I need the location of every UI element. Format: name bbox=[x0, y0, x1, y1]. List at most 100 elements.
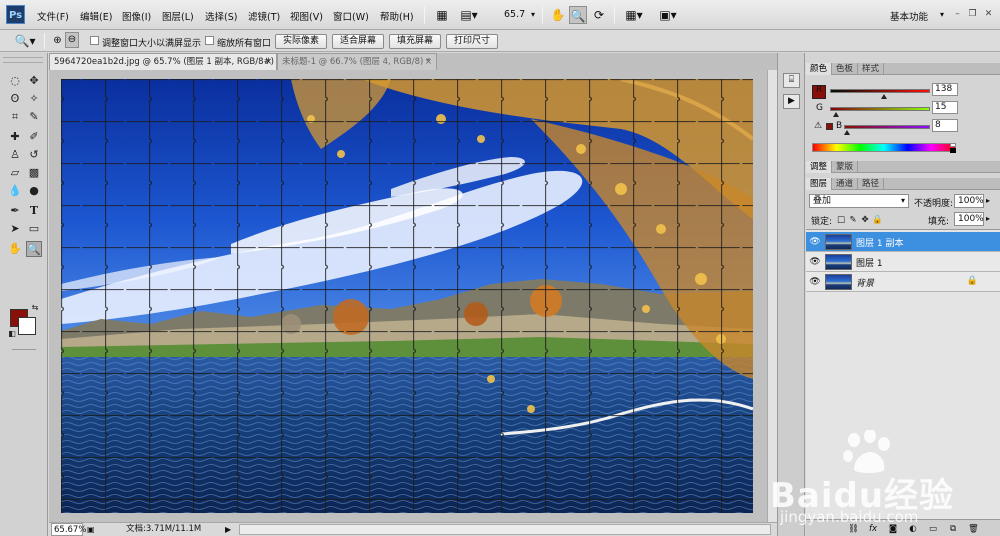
clone-stamp-tool-icon[interactable]: ♙ bbox=[7, 147, 23, 163]
screen-mode-icon[interactable]: ▣▾ bbox=[656, 6, 680, 24]
print-size-button[interactable]: 打印尺寸 bbox=[446, 34, 498, 49]
actual-pixels-button[interactable]: 实际像素 bbox=[275, 34, 327, 49]
panel-grip[interactable] bbox=[3, 57, 43, 63]
eraser-tool-icon[interactable]: ▱ bbox=[7, 165, 23, 181]
warning-icon[interactable]: ⚠ bbox=[814, 121, 822, 131]
layer-row[interactable]: 👁 背景 🔒 bbox=[806, 272, 1000, 292]
menu-edit[interactable]: 编辑(E) bbox=[80, 9, 112, 23]
healing-brush-tool-icon[interactable]: ✚ bbox=[7, 129, 23, 145]
lock-transparent-icon[interactable]: □ bbox=[836, 215, 846, 225]
red-thumb[interactable] bbox=[881, 94, 888, 99]
layer-name[interactable]: 背景 bbox=[856, 276, 874, 289]
default-colors-icon[interactable]: ◧ bbox=[7, 329, 17, 339]
menu-layer[interactable]: 图层(L) bbox=[162, 9, 194, 23]
fill-dropdown-icon[interactable]: ▸ bbox=[986, 214, 990, 223]
red-value[interactable]: 138 bbox=[932, 83, 958, 96]
resize-windows-checkbox[interactable] bbox=[90, 36, 99, 45]
workspace-dropdown-icon[interactable]: ▾ bbox=[937, 6, 947, 24]
tab-swatches[interactable]: 色板 bbox=[832, 63, 859, 75]
workspace-switcher[interactable]: 基本功能 bbox=[890, 9, 928, 23]
blue-thumb[interactable] bbox=[843, 130, 850, 135]
menu-select[interactable]: 选择(S) bbox=[205, 9, 237, 23]
tab-layers[interactable]: 图层 bbox=[806, 178, 833, 190]
color-spectrum-bar[interactable] bbox=[812, 143, 956, 152]
zoom-level[interactable]: 65.7 bbox=[504, 9, 525, 20]
restore-icon[interactable]: ❐ bbox=[967, 10, 978, 19]
actions-panel-icon[interactable]: ▶ bbox=[783, 94, 800, 109]
rotate-view-icon[interactable]: ⟳ bbox=[591, 6, 607, 24]
hand-tool-icon[interactable]: ✋ bbox=[7, 241, 23, 257]
document-size[interactable]: 文档:3.71M/11.1M bbox=[126, 523, 201, 536]
layer-row[interactable]: 👁 图层 1 bbox=[806, 252, 1000, 272]
arrange-documents-icon[interactable]: ▦▾ bbox=[622, 6, 646, 24]
menu-image[interactable]: 图像(I) bbox=[122, 9, 151, 23]
pen-tool-icon[interactable]: ✒ bbox=[7, 203, 23, 219]
document-image[interactable] bbox=[61, 79, 753, 513]
eye-icon[interactable]: 👁 bbox=[809, 256, 821, 268]
green-track[interactable] bbox=[830, 107, 930, 111]
type-tool-icon[interactable]: T bbox=[26, 203, 42, 219]
eyedropper-tool-icon[interactable]: ✎ bbox=[26, 109, 42, 125]
crop-tool-icon[interactable]: ⌗ bbox=[7, 109, 23, 125]
gradient-tool-icon[interactable]: ▩ bbox=[26, 165, 42, 181]
status-menu-icon[interactable]: ▶ bbox=[225, 523, 231, 536]
close-tab-icon[interactable]: × bbox=[265, 54, 272, 70]
view-extras-icon[interactable]: ▤▾ bbox=[458, 6, 480, 24]
tab-color[interactable]: 颜色 bbox=[806, 63, 833, 75]
brush-tool-icon[interactable]: ✐ bbox=[26, 129, 42, 145]
fill-field[interactable]: 100% bbox=[954, 212, 984, 226]
move-tool-icon[interactable]: ✥ bbox=[26, 73, 42, 89]
marquee-tool-icon[interactable]: ◌ bbox=[7, 73, 23, 89]
menu-help[interactable]: 帮助(H) bbox=[380, 9, 414, 23]
minimize-icon[interactable]: – bbox=[952, 10, 963, 19]
layer-name[interactable]: 图层 1 bbox=[856, 256, 883, 269]
lasso-tool-icon[interactable]: ʘ bbox=[7, 91, 23, 107]
history-panel-icon[interactable]: ⌸ bbox=[783, 73, 800, 88]
zoom-field[interactable]: 65.67% bbox=[51, 523, 86, 536]
hand-icon[interactable]: ✋ bbox=[550, 6, 566, 24]
red-track[interactable] bbox=[830, 89, 930, 93]
menu-view[interactable]: 视图(V) bbox=[290, 9, 323, 23]
tab-paths[interactable]: 路径 bbox=[858, 178, 885, 190]
fit-screen-button[interactable]: 适合屏幕 bbox=[332, 34, 384, 49]
rectangle-tool-icon[interactable]: ▭ bbox=[26, 221, 42, 237]
tab-styles[interactable]: 样式 bbox=[858, 63, 885, 75]
status-info-icon[interactable]: ▣ bbox=[87, 523, 95, 536]
gamut-swatch[interactable] bbox=[826, 123, 833, 130]
opacity-field[interactable]: 100% bbox=[954, 194, 984, 208]
green-thumb[interactable] bbox=[832, 112, 839, 117]
zoom-out-icon[interactable]: ⊖ bbox=[65, 32, 79, 48]
blur-tool-icon[interactable]: 💧 bbox=[7, 183, 23, 199]
dodge-tool-icon[interactable]: ● bbox=[26, 183, 42, 199]
tab-channels[interactable]: 通道 bbox=[832, 178, 859, 190]
blue-track[interactable] bbox=[844, 125, 930, 129]
document-tab-active[interactable]: 5964720ea1b2d.jpg @ 65.7% (图层 1 副本, RGB/… bbox=[49, 53, 277, 70]
lock-position-icon[interactable]: ✥ bbox=[860, 215, 870, 225]
horizontal-scrollbar[interactable] bbox=[239, 524, 771, 535]
fill-screen-button[interactable]: 填充屏幕 bbox=[389, 34, 441, 49]
tab-masks[interactable]: 蒙版 bbox=[832, 161, 859, 173]
zoom-dropdown-icon[interactable]: ▾ bbox=[528, 6, 538, 24]
menu-window[interactable]: 窗口(W) bbox=[333, 9, 369, 23]
lock-pixels-icon[interactable]: ✎ bbox=[848, 215, 858, 225]
close-icon[interactable]: ✕ bbox=[983, 10, 994, 19]
bridge-icon[interactable]: ▦ bbox=[434, 6, 450, 24]
eye-icon[interactable]: 👁 bbox=[809, 236, 821, 248]
black-swatch[interactable] bbox=[950, 148, 956, 153]
path-selection-tool-icon[interactable]: ➤ bbox=[7, 221, 23, 237]
menu-filter[interactable]: 滤镜(T) bbox=[248, 9, 280, 23]
magic-wand-tool-icon[interactable]: ✧ bbox=[26, 91, 42, 107]
layer-name[interactable]: 图层 1 副本 bbox=[856, 236, 903, 249]
zoom-in-icon[interactable]: ⊕ bbox=[51, 32, 64, 50]
blue-value[interactable]: 8 bbox=[932, 119, 958, 132]
eye-icon[interactable]: 👁 bbox=[809, 276, 821, 288]
white-swatch[interactable] bbox=[950, 143, 956, 147]
close-tab-icon[interactable]: × bbox=[425, 54, 432, 70]
document-tab-inactive[interactable]: 未标题-1 @ 66.7% (图层 4, RGB/8) * × bbox=[277, 53, 437, 70]
layer-row[interactable]: 👁 图层 1 副本 bbox=[806, 232, 1000, 252]
blend-mode-select[interactable]: 叠加 ▾ bbox=[809, 194, 909, 208]
zoom-all-windows-checkbox[interactable] bbox=[205, 36, 214, 45]
tool-preset-icon[interactable]: 🔍▾ bbox=[12, 32, 38, 50]
lock-all-icon[interactable]: 🔒 bbox=[872, 215, 883, 225]
tab-adjustments[interactable]: 调整 bbox=[806, 161, 833, 173]
